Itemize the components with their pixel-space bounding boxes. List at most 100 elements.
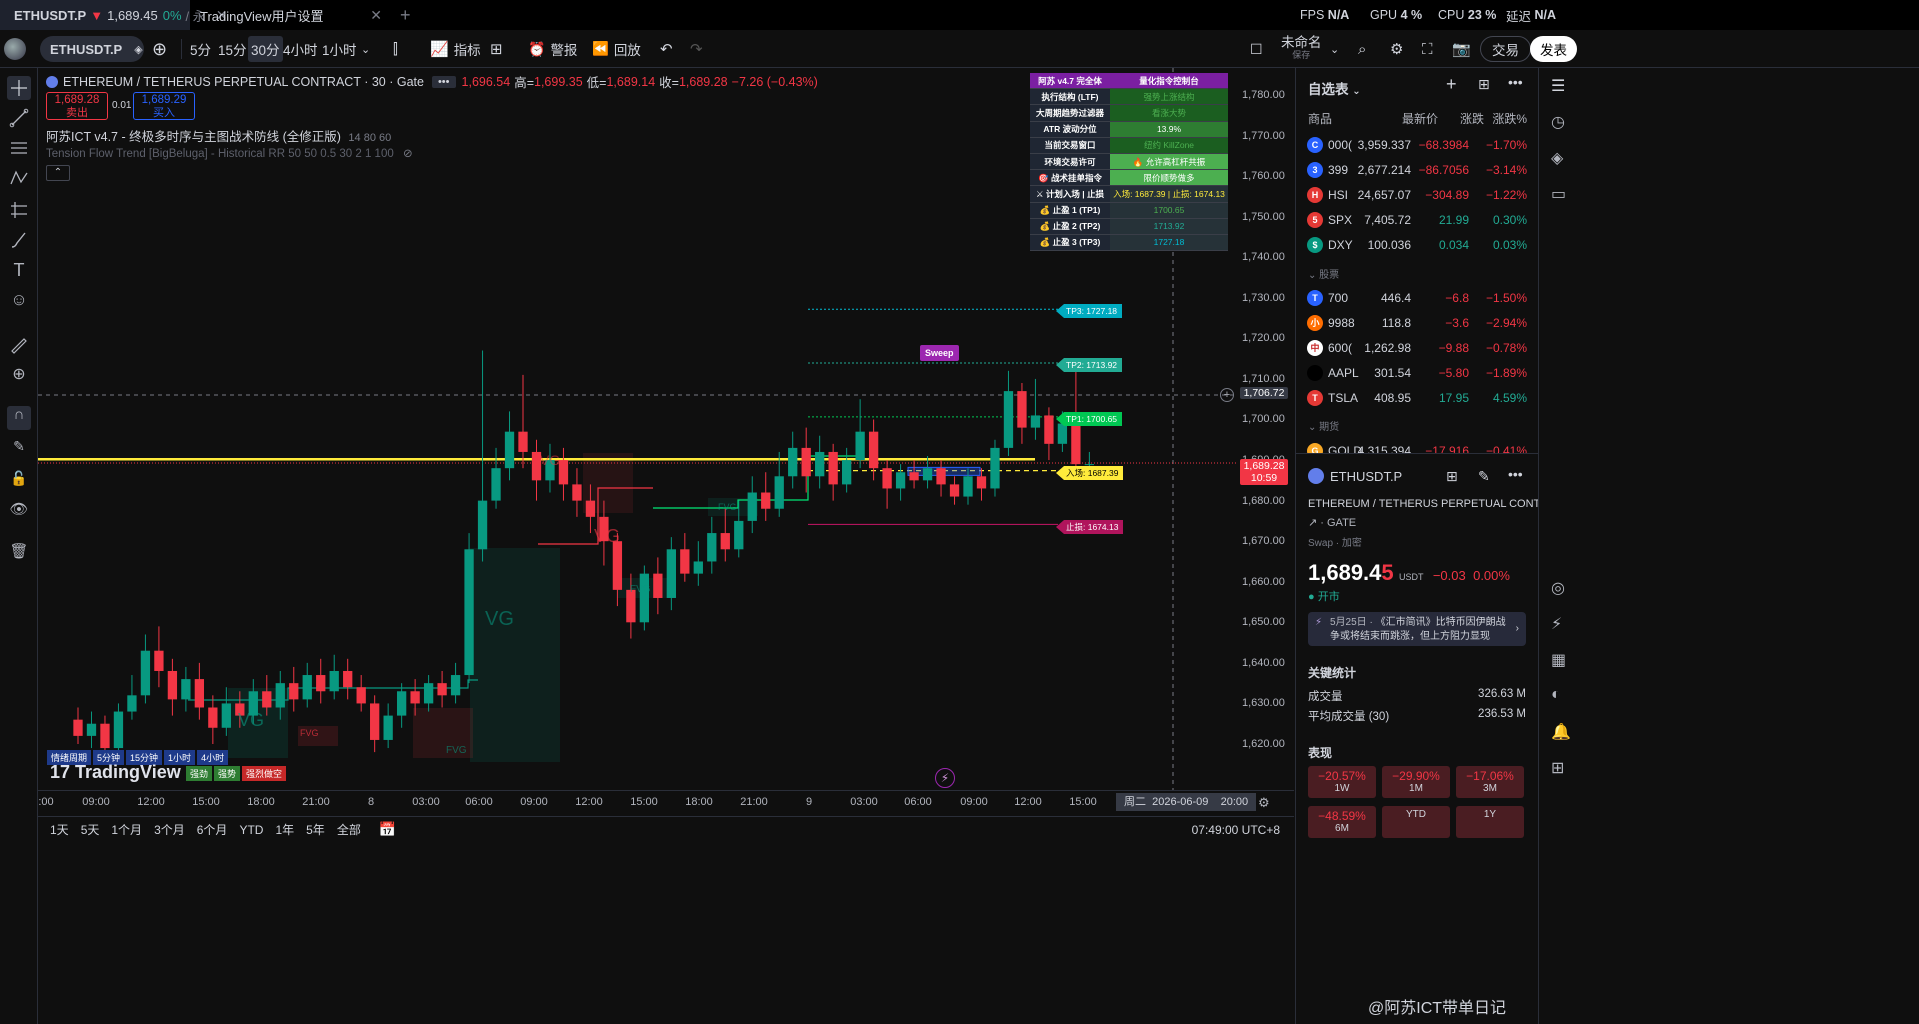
- magnet-icon[interactable]: ∩: [7, 406, 31, 430]
- edit-icon[interactable]: ✎: [1478, 468, 1490, 485]
- interval-4h[interactable]: 4小时: [283, 30, 318, 68]
- buy-button[interactable]: 1,689.29 买入: [133, 92, 195, 120]
- ruler-icon[interactable]: [7, 334, 31, 358]
- alert-button[interactable]: ⏰ 警报: [528, 30, 577, 68]
- text-tool-icon[interactable]: T: [7, 260, 31, 284]
- more-options-icon[interactable]: •••: [1508, 74, 1523, 90]
- legend-menu-icon[interactable]: •••: [431, 75, 456, 88]
- section-futures[interactable]: ⌄ 期货: [1308, 418, 1339, 433]
- watchlist-row[interactable]: 3 399 2,677.214 −86.7056 −3.14%: [1296, 157, 1539, 182]
- layout-select-icon[interactable]: ☐: [1250, 30, 1263, 68]
- more-options-icon[interactable]: •••: [1508, 466, 1523, 482]
- interval-30m[interactable]: 30分: [248, 36, 283, 62]
- lightbulb-icon[interactable]: ⚡: [1551, 614, 1573, 636]
- table-view-icon[interactable]: ⊞: [1478, 76, 1490, 93]
- watchlist-icon[interactable]: ☰: [1551, 76, 1573, 98]
- publish-button[interactable]: 发表: [1530, 36, 1577, 62]
- zoom-in-icon[interactable]: ⊕: [7, 364, 31, 388]
- calendar-icon[interactable]: ▦: [1551, 650, 1573, 672]
- perf-box[interactable]: −20.57% 1W: [1308, 766, 1376, 798]
- candle-type-icon[interactable]: ⫿: [393, 30, 398, 68]
- perf-box[interactable]: YTD: [1382, 806, 1450, 838]
- range-3m[interactable]: 3个月: [154, 821, 185, 838]
- watchlist-row[interactable]: C 000(3,959.337 −68.3984 −1.70%: [1296, 132, 1539, 157]
- watchlist-title[interactable]: 自选表 ⌄: [1308, 78, 1361, 98]
- indicators-button[interactable]: 📈 指标: [430, 30, 481, 68]
- detail-symbol-row[interactable]: ETHUSDT.P: [1308, 468, 1402, 484]
- chevron-down-icon[interactable]: ⌄: [1330, 30, 1339, 68]
- watchlist-row[interactable]: $ DXY 100.036 0.034 0.03%: [1296, 232, 1539, 257]
- undo-icon[interactable]: ↶: [660, 30, 673, 68]
- price-axis[interactable]: 1,780.00 1,770.00 1,760.00 1,750.00 1,740.00…: [1220, 68, 1294, 790]
- camera-icon[interactable]: 📷: [1452, 30, 1471, 68]
- interval-5m[interactable]: 5分: [190, 30, 211, 68]
- chevron-down-icon[interactable]: ⌄: [361, 30, 370, 68]
- trash-icon[interactable]: 🗑: [7, 542, 31, 566]
- date-range-icon[interactable]: 📅: [379, 821, 396, 838]
- col-symbol[interactable]: 商品: [1308, 110, 1332, 127]
- range-all[interactable]: 全部: [337, 821, 361, 838]
- indicator-2-legend[interactable]: Tension Flow Trend [BigBeluga] - Histori…: [46, 146, 413, 160]
- forecast-tool-icon[interactable]: [7, 198, 31, 222]
- tab-settings[interactable]: TradingView用户设置 ✕: [192, 0, 390, 30]
- range-5y[interactable]: 5年: [306, 821, 325, 838]
- axis-settings-icon[interactable]: ⚙: [1258, 795, 1270, 811]
- close-tab-icon[interactable]: ✕: [370, 7, 382, 24]
- ideas-icon[interactable]: ◐: [1551, 686, 1573, 708]
- compare-add-icon[interactable]: ⊕: [152, 30, 167, 68]
- perf-box[interactable]: −48.59% 6M: [1308, 806, 1376, 838]
- redo-icon[interactable]: ↷: [690, 30, 703, 68]
- range-ytd[interactable]: YTD: [239, 823, 263, 837]
- lightning-icon[interactable]: ⚡: [935, 768, 955, 788]
- grid-view-icon[interactable]: ⊞: [1446, 468, 1458, 485]
- notifications-bell-icon[interactable]: 🔔: [1551, 722, 1573, 744]
- user-avatar[interactable]: [4, 30, 26, 68]
- templates-icon[interactable]: ⊞: [490, 30, 503, 68]
- new-tab-icon[interactable]: +: [392, 0, 420, 30]
- trend-line-icon[interactable]: [7, 106, 31, 130]
- add-symbol-icon[interactable]: +: [1446, 74, 1457, 95]
- perf-box[interactable]: −17.06% 3M: [1456, 766, 1524, 798]
- range-1d[interactable]: 1天: [50, 821, 69, 838]
- fib-tool-icon[interactable]: [7, 136, 31, 160]
- news-card[interactable]: ⚡ 5月25日 · 《汇市简讯》比特币因伊朗战争或将结束而跳涨，但上方阻力显现 …: [1308, 612, 1526, 646]
- watchlist-row[interactable]: 中 600(1,262.98 −9.88 −0.78%: [1296, 335, 1539, 360]
- interval-15m[interactable]: 15分: [218, 30, 247, 68]
- section-stocks[interactable]: ⌄ 股票: [1308, 266, 1339, 281]
- perf-box[interactable]: 1Y: [1456, 806, 1524, 838]
- range-1y[interactable]: 1年: [275, 821, 294, 838]
- eye-icon[interactable]: 👁: [7, 500, 31, 524]
- eye-hidden-icon[interactable]: ⊘: [403, 148, 413, 160]
- collapse-legend-icon[interactable]: ⌃: [46, 165, 70, 181]
- hotlist-icon[interactable]: ⊞: [1551, 758, 1573, 780]
- brush-icon[interactable]: [7, 228, 31, 252]
- indicator-1-legend[interactable]: 阿苏ICT v4.7 - 终极多时序与主图战术防线 (全修正版) 14 80 6…: [46, 126, 391, 145]
- trade-button[interactable]: 交易: [1480, 36, 1531, 62]
- layers-icon[interactable]: ◈: [1551, 148, 1573, 170]
- range-5d[interactable]: 5天: [81, 821, 100, 838]
- watchlist-row[interactable]: 小 9988 118.8 −3.6 −2.94%: [1296, 310, 1539, 335]
- fullscreen-icon[interactable]: ⛶: [1422, 30, 1433, 68]
- col-pct[interactable]: 涨跌%: [1491, 110, 1527, 127]
- clock-time[interactable]: 07:49:00 UTC+8: [1192, 823, 1280, 837]
- help-icon[interactable]: ◎: [1551, 578, 1573, 600]
- lock-icon[interactable]: 🔓: [7, 470, 31, 494]
- watchlist-row[interactable]: 5 SPX 7,405.72 21.99 0.30%: [1296, 207, 1539, 232]
- quick-search-icon[interactable]: ⌕: [1358, 30, 1366, 68]
- watchlist-row[interactable]: H HSI 24,657.07 −304.89 −1.22%: [1296, 182, 1539, 207]
- range-6m[interactable]: 6个月: [197, 821, 228, 838]
- replay-button[interactable]: ⏪ 回放: [592, 30, 641, 68]
- interval-1h[interactable]: 1小时: [322, 30, 357, 68]
- col-change[interactable]: 涨跌: [1448, 110, 1484, 127]
- layout-name-button[interactable]: 未命名 保存: [1281, 30, 1322, 68]
- settings-gear-icon[interactable]: ⚙: [1390, 30, 1403, 68]
- col-last[interactable]: 最新价: [1402, 110, 1438, 127]
- external-link-icon[interactable]: ↗: [1308, 517, 1317, 529]
- pattern-tool-icon[interactable]: [7, 166, 31, 190]
- alerts-clock-icon[interactable]: ◷: [1551, 112, 1573, 134]
- tab-chart[interactable]: ETHUSDT.P ▼ 1,689.45 0% / 永 ✕: [0, 0, 227, 30]
- range-1m[interactable]: 1个月: [111, 821, 142, 838]
- watchlist-row[interactable]: T TSLA 408.95 17.95 4.59%: [1296, 385, 1539, 410]
- symbol-search-button[interactable]: ETHUSDT.P ◈: [40, 36, 144, 62]
- crosshair-icon[interactable]: [7, 76, 31, 100]
